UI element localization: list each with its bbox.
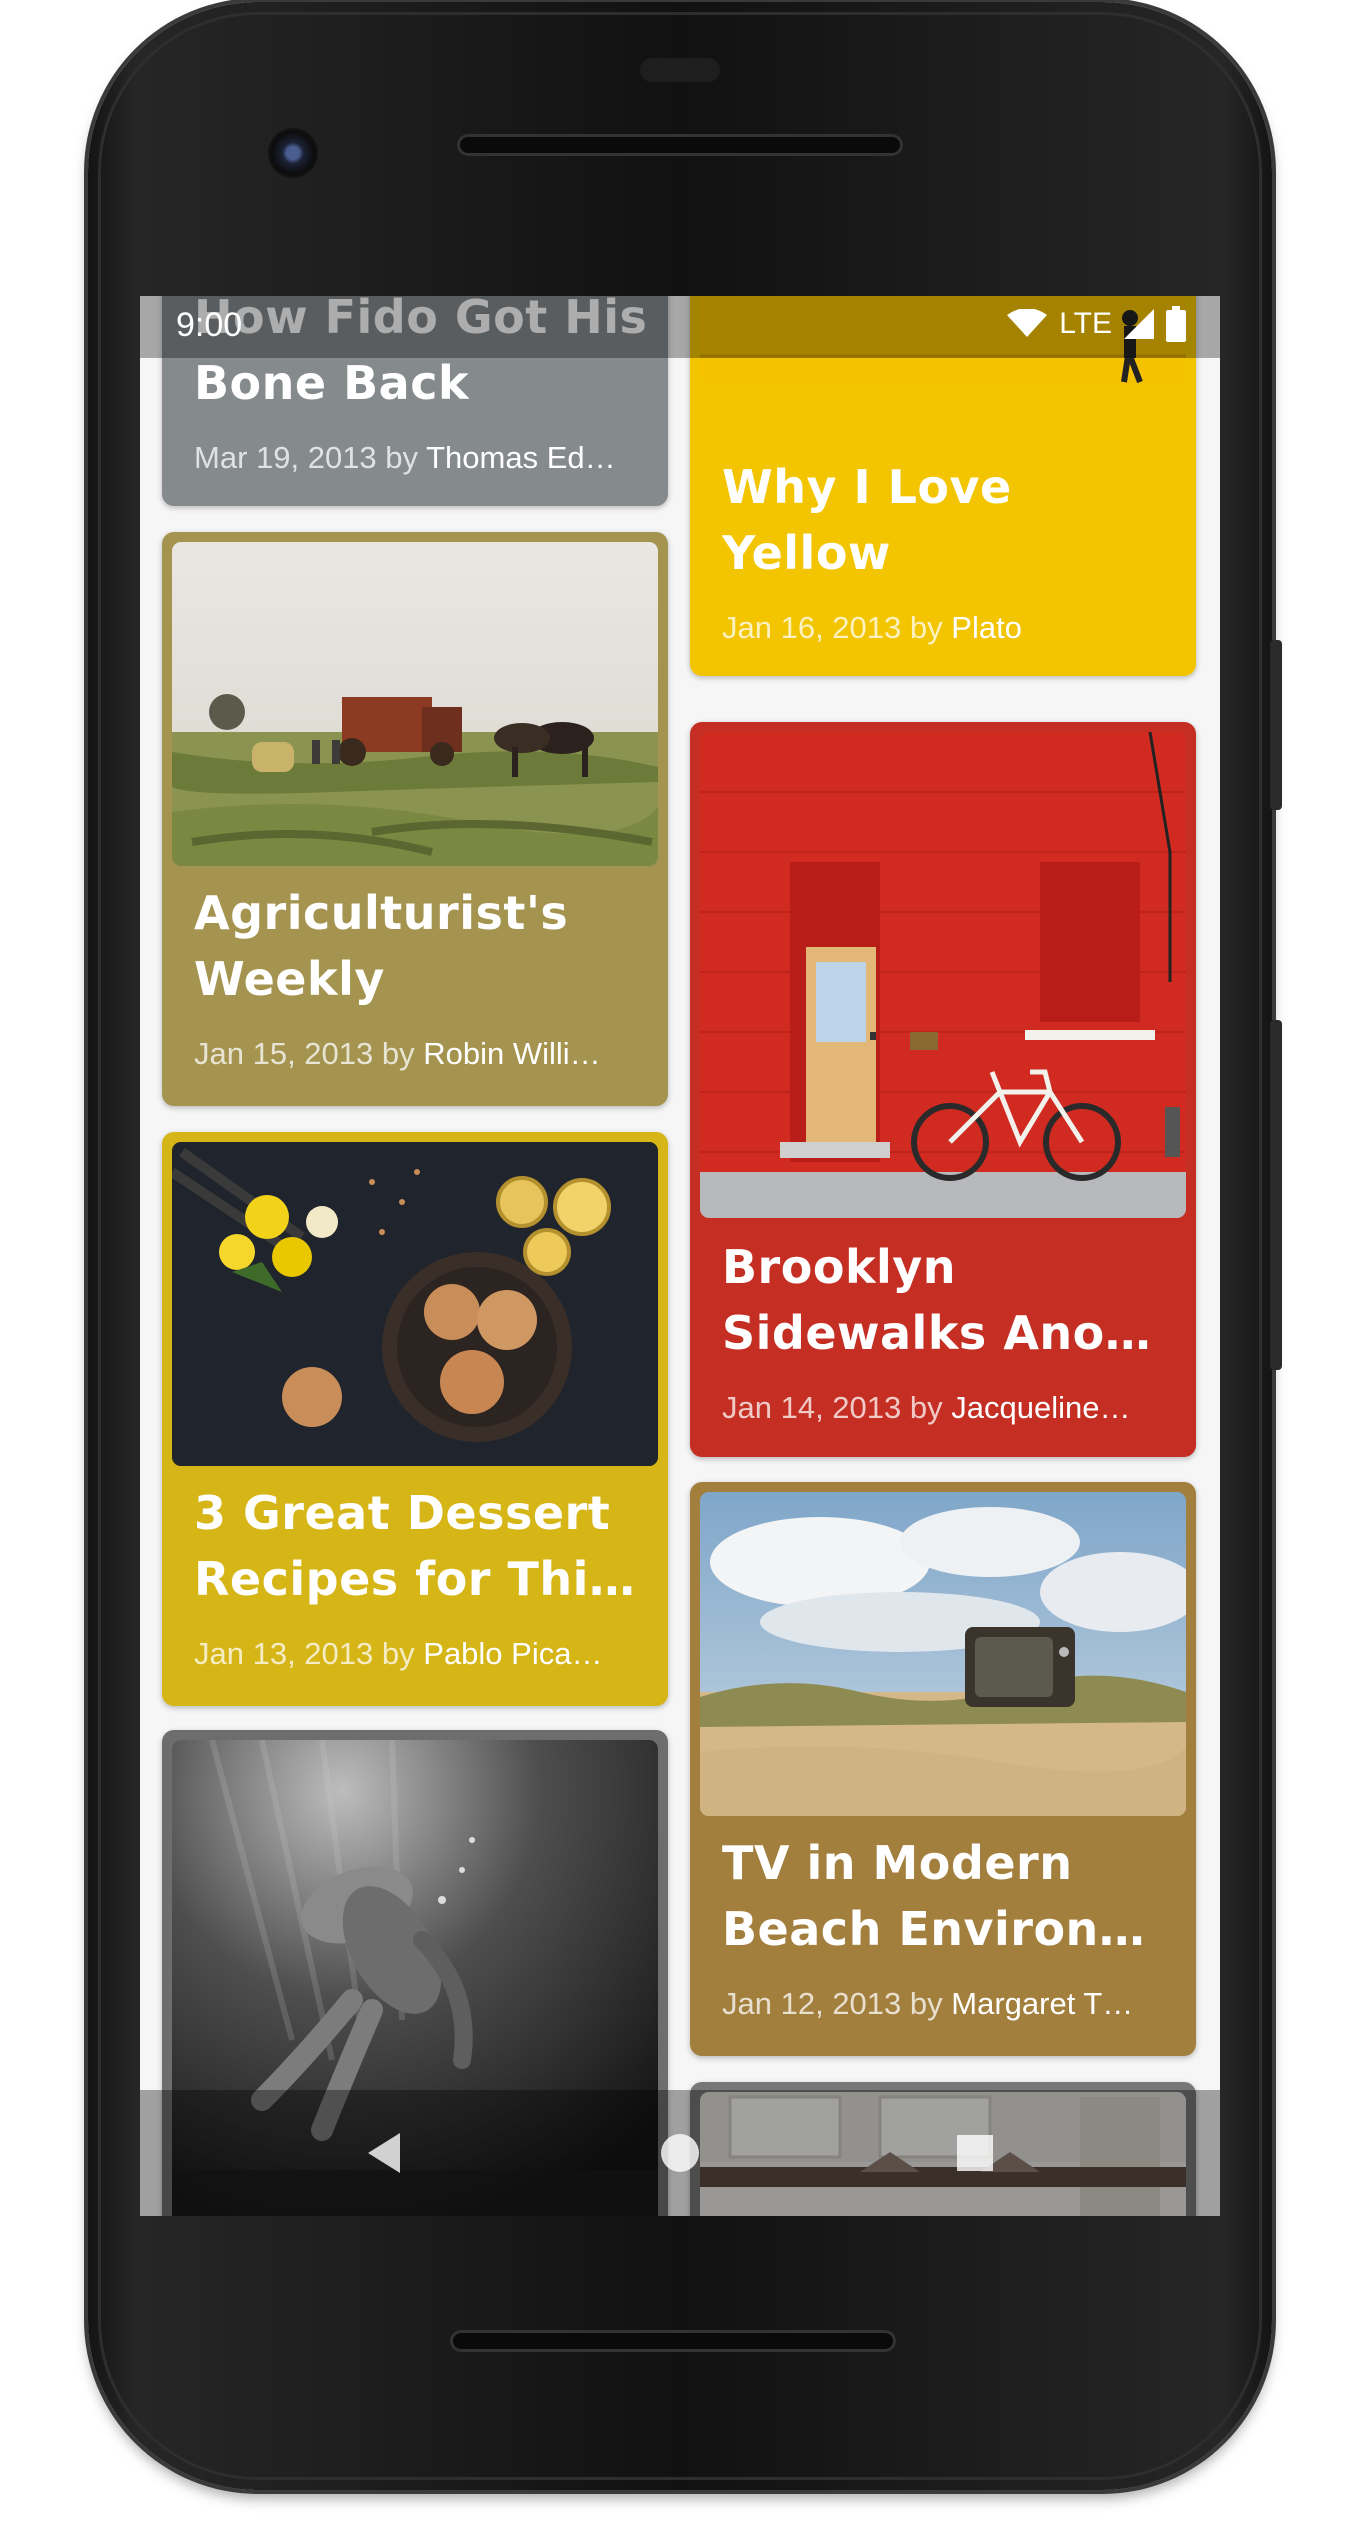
card-meta: Mar 19, 2013 by Thomas Ed… bbox=[194, 438, 646, 478]
red-brick-wall-photo bbox=[700, 732, 1186, 1218]
card-by: by bbox=[909, 1986, 943, 2021]
volume-button bbox=[1270, 1020, 1282, 1370]
battery-icon bbox=[1166, 306, 1186, 342]
card-date: Jan 13, 2013 bbox=[194, 1636, 374, 1671]
cookies-flowers-photo bbox=[172, 1142, 658, 1466]
card-meta: Jan 16, 2013 by Plato bbox=[722, 608, 1174, 648]
card-author: Robin Willi… bbox=[423, 1036, 601, 1071]
recents-icon[interactable] bbox=[950, 2128, 1000, 2178]
card-meta: Jan 12, 2013 by Margaret T… bbox=[722, 1984, 1174, 2024]
card-date: Jan 12, 2013 bbox=[722, 1986, 902, 2021]
card-author: Thomas Ed… bbox=[426, 440, 616, 475]
card-by: by bbox=[381, 1636, 415, 1671]
card-meta: Jan 14, 2013 by Jacqueline… bbox=[722, 1388, 1174, 1428]
card-author: Jacqueline… bbox=[951, 1390, 1131, 1425]
card-author: Margaret T… bbox=[951, 1986, 1134, 2021]
earpiece-slot bbox=[640, 58, 720, 82]
card-date: Jan 14, 2013 bbox=[722, 1390, 902, 1425]
card-author: Pablo Pica… bbox=[423, 1636, 603, 1671]
tv-on-beach-photo bbox=[700, 1492, 1186, 1816]
card-title: 3 Great Dessert Recipes for Thi… bbox=[194, 1486, 636, 1606]
signal-icon bbox=[1124, 309, 1154, 339]
card-by: by bbox=[385, 440, 419, 475]
navigation-bar bbox=[140, 2090, 1220, 2216]
article-card[interactable]: TV in Modern Beach Environ… Jan 12, 2013… bbox=[690, 1482, 1196, 2056]
card-title: Brooklyn Sidewalks Ano… bbox=[722, 1240, 1152, 1360]
card-date: Jan 15, 2013 bbox=[194, 1036, 374, 1071]
farm-field-photo bbox=[172, 542, 658, 866]
network-type: LTE bbox=[1059, 307, 1112, 340]
card-meta: Jan 13, 2013 by Pablo Pica… bbox=[194, 1634, 646, 1674]
card-by: by bbox=[909, 610, 943, 645]
card-meta: Jan 15, 2013 by Robin Willi… bbox=[194, 1034, 646, 1074]
status-time: 9:00 bbox=[176, 306, 243, 344]
card-by: by bbox=[909, 1390, 943, 1425]
card-author: Plato bbox=[951, 610, 1022, 645]
card-title: Agriculturist's Weekly Update,… bbox=[194, 886, 569, 1006]
card-title: TV in Modern Beach Environ… bbox=[722, 1836, 1146, 1956]
back-icon[interactable] bbox=[360, 2128, 410, 2178]
bottom-speaker bbox=[450, 2330, 896, 2352]
front-camera bbox=[268, 128, 318, 178]
card-date: Mar 19, 2013 bbox=[194, 440, 377, 475]
wifi-icon bbox=[1007, 309, 1048, 337]
article-card[interactable]: Brooklyn Sidewalks Ano… Jan 14, 2013 by … bbox=[690, 722, 1196, 1457]
top-speaker bbox=[457, 134, 903, 156]
article-card[interactable]: Agriculturist's Weekly Update,… Jan 15, … bbox=[162, 532, 668, 1106]
screen: How Fido Got His Bone Back Mar 19, 2013 … bbox=[140, 296, 1220, 2216]
home-icon[interactable] bbox=[655, 2128, 705, 2178]
article-card[interactable]: 3 Great Dessert Recipes for Thi… Jan 13,… bbox=[162, 1132, 668, 1706]
status-bar: 9:00 LTE bbox=[140, 296, 1220, 358]
power-button bbox=[1270, 640, 1282, 810]
card-by: by bbox=[381, 1036, 415, 1071]
card-date: Jan 16, 2013 bbox=[722, 610, 902, 645]
card-title: Why I Love Yellow bbox=[722, 460, 1012, 580]
status-icons: LTE bbox=[1007, 306, 1186, 342]
